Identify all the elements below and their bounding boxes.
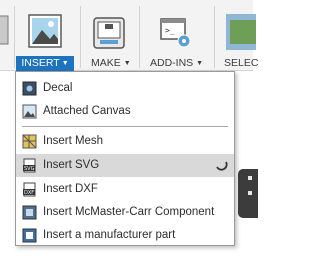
insert-menu-button[interactable]: INSERT ▼ [16, 56, 74, 71]
toolbar-separator [139, 6, 140, 68]
menu-item-label: Insert McMaster-Carr Component [43, 206, 215, 218]
chevron-down-icon: ▼ [196, 60, 204, 67]
3d-printer-icon[interactable] [92, 16, 126, 50]
menu-divider [22, 126, 228, 127]
svg-text:DXF: DXF [24, 190, 34, 196]
menu-item-insert-mesh[interactable]: Insert Mesh [16, 130, 234, 153]
add-ins-label: ADD-INS [150, 57, 194, 69]
menu-item-label: Insert Mesh [43, 135, 104, 147]
image-frame-icon[interactable] [26, 12, 64, 50]
menu-item-label: Decal [43, 82, 73, 94]
select-label: SELEC [224, 57, 259, 69]
menu-item-label: Insert a manufacturer part [43, 229, 176, 241]
menu-item-decal[interactable]: Decal [16, 77, 234, 100]
mcmaster-icon [22, 205, 37, 220]
decal-icon [22, 81, 37, 96]
menu-item-attached-canvas[interactable]: Attached Canvas [16, 100, 234, 123]
make-menu-button[interactable]: MAKE ▼ [91, 56, 131, 70]
menu-item-insert-svg[interactable]: SVG Insert SVG [16, 154, 234, 177]
menu-item-label: Insert DXF [43, 183, 98, 195]
menu-item-insert-manufacturer-part[interactable]: Insert a manufacturer part [16, 224, 234, 247]
menu-item-label: Insert SVG [43, 159, 100, 171]
svg-text:SVG: SVG [24, 166, 35, 172]
mesh-icon [22, 134, 37, 149]
loading-spinner-icon [216, 161, 228, 171]
menu-item-insert-dxf[interactable]: DXF Insert DXF [16, 178, 234, 201]
toolbar-separator [214, 6, 215, 68]
svg-file-icon: SVG [23, 158, 36, 173]
menu-item-insert-mcmaster[interactable]: Insert McMaster-Carr Component [16, 201, 234, 224]
toolbar-separator [14, 6, 15, 68]
insert-label: INSERT [21, 57, 60, 69]
dxf-file-icon: DXF [23, 182, 36, 197]
panel-glyph [248, 191, 252, 195]
make-label: MAKE [91, 57, 121, 69]
toolbar-separator [80, 6, 81, 68]
chevron-down-icon: ▼ [123, 60, 131, 67]
manufacturer-part-icon [22, 228, 37, 243]
select-box-icon[interactable] [226, 12, 256, 52]
panel-glyph [248, 176, 252, 180]
canvas-icon [22, 104, 37, 119]
insert-dropdown-menu: Decal Attached Canvas Insert Mesh SVG In… [15, 71, 235, 246]
scripts-gear-icon[interactable]: >_ [158, 16, 194, 50]
chevron-down-icon: ▼ [61, 60, 69, 67]
partial-tool-icon[interactable] [0, 12, 10, 48]
toolbar: INSERT ▼ MAKE ▼ >_ ADD-INS ▼ SELEC [0, 0, 258, 71]
svg-text:>_: >_ [165, 26, 175, 35]
menu-item-label: Attached Canvas [43, 105, 131, 117]
select-menu-button[interactable]: SELEC [224, 56, 258, 70]
add-ins-menu-button[interactable]: ADD-INS ▼ [150, 56, 203, 70]
